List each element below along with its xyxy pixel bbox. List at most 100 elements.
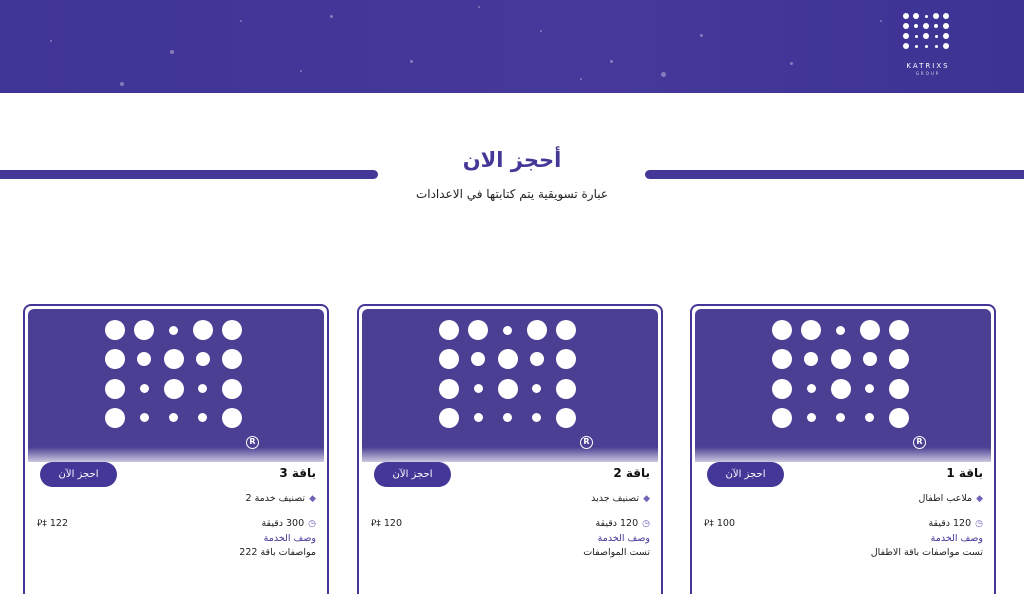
logo-dot xyxy=(943,33,949,39)
category-row: ◆ تصنيف خدمة 2 xyxy=(246,493,317,504)
logo-dot xyxy=(943,13,949,19)
logo-dot xyxy=(903,23,909,29)
logo-dot xyxy=(830,349,851,370)
logo-dot xyxy=(923,33,929,39)
logo-dot xyxy=(934,44,938,48)
clock-icon: ◷ xyxy=(308,518,316,529)
logo-dot xyxy=(137,352,152,367)
logo-dot xyxy=(503,413,513,423)
top-banner: KATRIXS GROUP xyxy=(0,0,1024,93)
price-value: 122 xyxy=(49,518,68,529)
star-decoration xyxy=(410,60,413,63)
logo-dot xyxy=(497,378,518,399)
katrixs-logo[interactable]: KATRIXS GROUP xyxy=(901,13,953,77)
logo-dot xyxy=(801,320,822,340)
package-card-2[interactable]: R احجز الآن باقة 2 ◆ تصنيف جديد ◷ 120 دق… xyxy=(357,304,663,594)
logo-dot xyxy=(772,407,792,428)
logo-dot xyxy=(503,325,513,335)
logo-dot xyxy=(889,349,910,370)
logo-dot xyxy=(836,413,846,423)
logo-dot xyxy=(439,378,459,399)
logo-dot xyxy=(222,407,243,428)
service-description-link[interactable]: وصف الخدمة xyxy=(264,533,316,544)
logo-dot xyxy=(914,24,918,28)
logo-dot xyxy=(924,44,928,48)
logo-dot xyxy=(934,24,938,28)
logo-dot xyxy=(903,13,909,19)
logo-dot xyxy=(934,34,938,38)
logo-dot xyxy=(529,352,544,367)
package-card-3[interactable]: R احجز الآن باقة 3 ◆ تصنيف خدمة 2 ◷ 300 … xyxy=(23,304,329,594)
logo-dot xyxy=(923,23,929,29)
logo-dot xyxy=(222,378,243,399)
star-decoration xyxy=(790,62,793,65)
star-decoration xyxy=(661,72,666,77)
book-now-button[interactable]: احجز الآن xyxy=(707,462,784,487)
logo-dot xyxy=(163,378,184,399)
riyal-icon: ⃁‡ xyxy=(37,519,47,529)
service-description-link[interactable]: وصف الخدمة xyxy=(598,533,650,544)
logo-dot xyxy=(439,320,459,340)
logo-dot xyxy=(532,384,542,394)
title-divider-right xyxy=(645,170,1024,179)
pin-icon: ◆ xyxy=(309,493,316,504)
logo-dot xyxy=(222,349,243,370)
logo-dot xyxy=(914,34,918,38)
logo-dot xyxy=(862,352,877,367)
logo-dot xyxy=(105,407,125,428)
category-row: ◆ تصنيف جديد xyxy=(591,493,650,504)
logo-dot xyxy=(889,320,910,340)
logo-dot xyxy=(943,23,949,29)
logo-dot xyxy=(198,384,208,394)
logo-dot xyxy=(139,413,149,423)
logo-dot xyxy=(806,413,816,423)
star-decoration xyxy=(580,78,582,80)
logo-dot xyxy=(913,13,919,19)
star-decoration xyxy=(240,20,242,22)
package-image: R xyxy=(362,309,658,462)
package-image: R xyxy=(695,309,991,462)
package-name: باقة 3 xyxy=(279,466,316,480)
logo-dot xyxy=(556,378,577,399)
duration-label: 120 دقيقة xyxy=(595,518,639,529)
logo-dot xyxy=(772,320,792,340)
star-decoration xyxy=(540,30,542,32)
logo-dot xyxy=(859,320,880,340)
package-name: باقة 1 xyxy=(946,466,983,480)
logo-dot xyxy=(865,413,875,423)
duration-row: ◷ 120 دقيقة xyxy=(928,518,983,529)
logo-dot xyxy=(473,413,483,423)
book-now-button[interactable]: احجز الآن xyxy=(374,462,451,487)
logo-dot xyxy=(806,384,816,394)
book-now-button[interactable]: احجز الآن xyxy=(40,462,117,487)
duration-row: ◷ 300 دقيقة xyxy=(261,518,316,529)
duration-label: 120 دقيقة xyxy=(928,518,972,529)
category-label: تصنيف جديد xyxy=(591,493,640,504)
price: ⃁‡ 122 xyxy=(37,518,68,529)
star-decoration xyxy=(610,60,613,63)
package-name: باقة 2 xyxy=(613,466,650,480)
riyal-icon: ⃁‡ xyxy=(704,519,714,529)
star-decoration xyxy=(478,6,480,8)
duration-row: ◷ 120 دقيقة xyxy=(595,518,650,529)
logo-dot xyxy=(830,378,851,399)
specs-text: مواصفات باقة 222 xyxy=(239,547,316,558)
logo-dot xyxy=(836,325,846,335)
logo-dot xyxy=(439,349,459,370)
logo-dot xyxy=(532,413,542,423)
logo-dot xyxy=(439,407,459,428)
logo-dot xyxy=(473,384,483,394)
package-card-1[interactable]: R احجز الآن باقة 1 ◆ ملاعب اطفال ◷ 120 د… xyxy=(690,304,996,594)
logo-dot xyxy=(556,349,577,370)
category-label: تصنيف خدمة 2 xyxy=(245,493,306,504)
price-value: 120 xyxy=(383,518,402,529)
title-divider-left xyxy=(0,170,378,179)
specs-text: تست مواصفات باقة الاطفال xyxy=(870,547,983,558)
price-value: 100 xyxy=(716,518,735,529)
service-description-link[interactable]: وصف الخدمة xyxy=(931,533,983,544)
logo-dot xyxy=(163,349,184,370)
pin-icon: ◆ xyxy=(643,493,650,504)
logo-dot xyxy=(943,43,949,49)
logo-text: KATRIXS xyxy=(906,62,950,70)
logo-dot xyxy=(556,407,577,428)
